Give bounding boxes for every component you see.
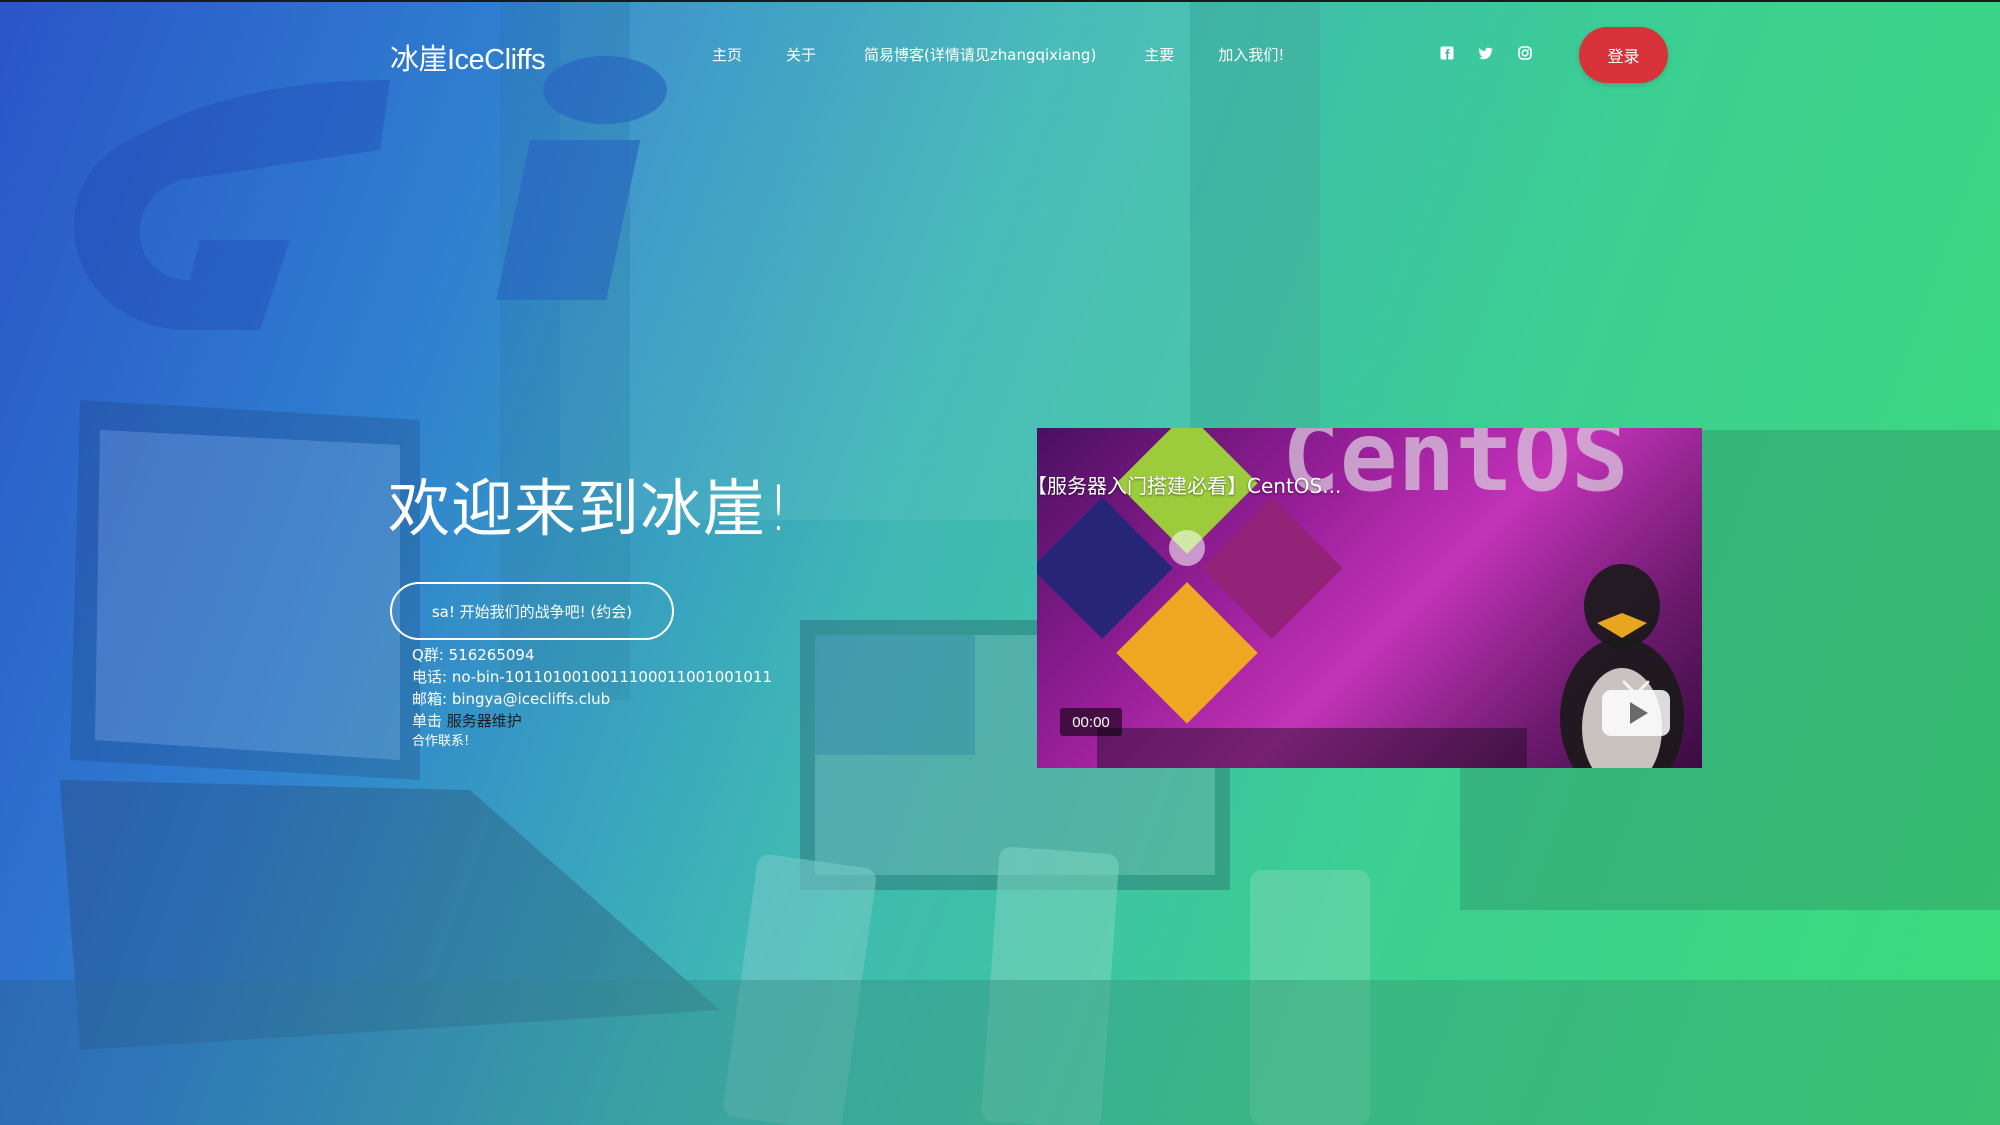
nav-item-main[interactable]: 主要 [1144, 44, 1174, 65]
navbar: 冰崖IceCliffs 主页 关于 简易博客(详情请见zhangqixiang)… [0, 0, 2000, 110]
contact-phone: 电话: no-bin-1011010010011100011001001011 [412, 668, 773, 686]
site-logo[interactable]: 冰崖IceCliffs [390, 36, 546, 78]
main-menu: 主页 关于 简易博客(详情请见zhangqixiang) 主要 加入我们! [712, 44, 1284, 65]
login-button[interactable]: 登录 [1579, 27, 1668, 83]
contact-qq: Q群: 516265094 [412, 646, 535, 664]
nav-item-about[interactable]: 关于 [786, 44, 816, 65]
nav-item-home[interactable]: 主页 [712, 44, 742, 65]
page: 冰崖IceCliffs 主页 关于 简易博客(详情请见zhangqixiang)… [0, 0, 2000, 1125]
instagram-icon[interactable] [1518, 46, 1532, 60]
cta-button[interactable]: sa! 开始我们的战争吧! (约会) [390, 582, 674, 640]
maintenance-prefix: 单击 [412, 712, 447, 730]
hero-title: 欢迎来到冰崖! [388, 472, 792, 545]
contact-maintenance: 单击 服务器维护 [412, 710, 772, 732]
social-links [1440, 46, 1532, 60]
facebook-icon[interactable] [1440, 46, 1454, 60]
video-timestamp: 00:00 [1060, 708, 1122, 736]
contact-email: 邮箱: bingya@icecliffs.club [412, 690, 611, 708]
nav-item-blog[interactable]: 简易博客(详情请见zhangqixiang) [864, 44, 1096, 65]
twitter-icon[interactable] [1479, 46, 1493, 60]
video-title[interactable]: 【服务器入门搭建必看】CentOS... [1027, 470, 1341, 499]
maintenance-link[interactable]: 服务器维护 [447, 712, 522, 730]
contact-cooperation: 合作联系! [412, 734, 470, 749]
play-icon[interactable] [1600, 680, 1672, 740]
contact-info: Q群: 516265094 电话: no-bin-101101001001110… [412, 644, 772, 752]
nav-item-join[interactable]: 加入我们! [1218, 44, 1284, 65]
